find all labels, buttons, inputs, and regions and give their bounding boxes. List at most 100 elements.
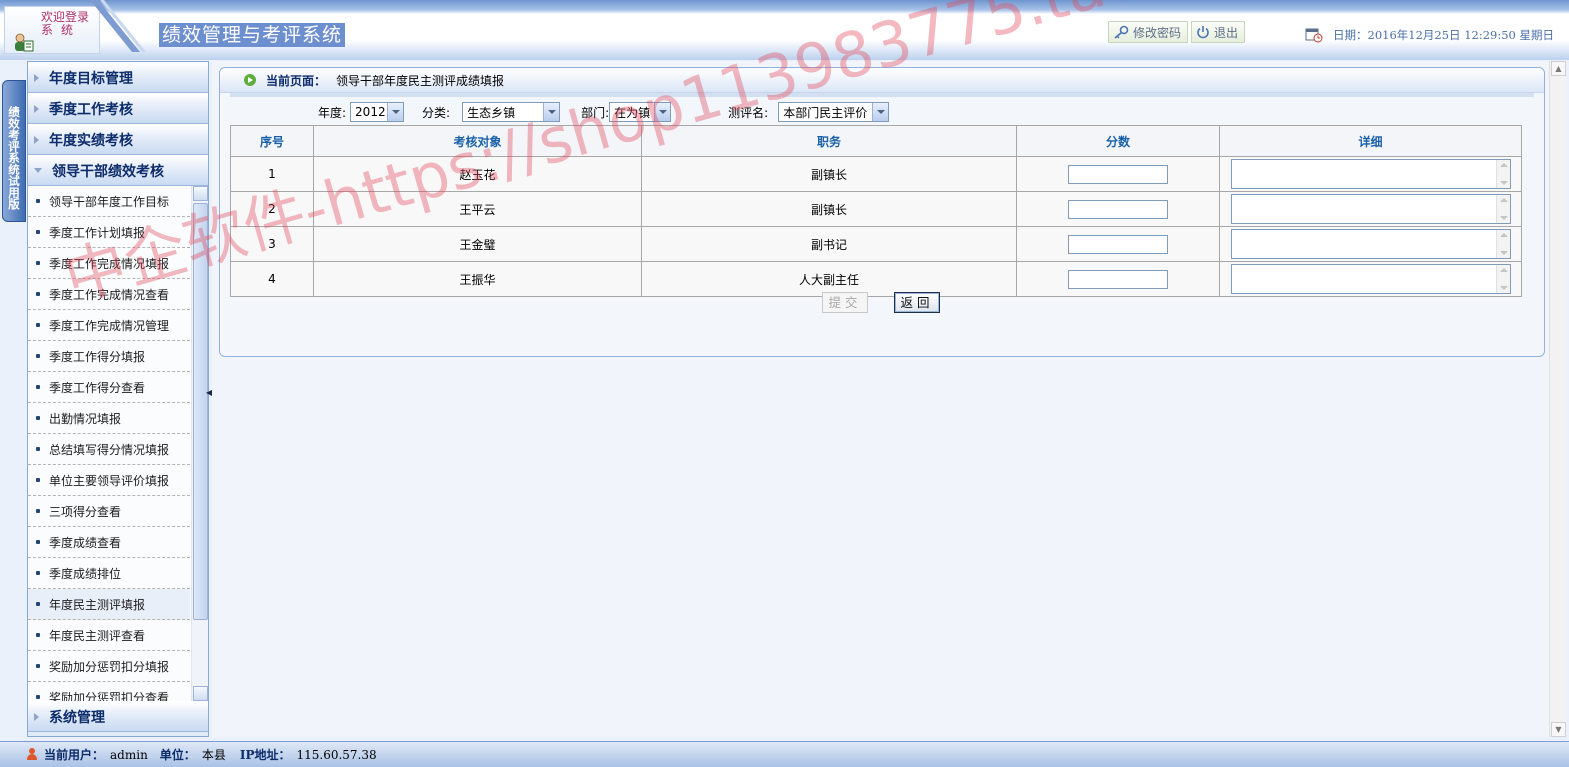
- category-label: 分类:: [422, 105, 451, 120]
- sidebar-item[interactable]: 季度成绩查看: [28, 527, 190, 558]
- bullet-icon: [36, 540, 40, 544]
- textarea-scrollbar[interactable]: [1495, 230, 1510, 258]
- sidebar-item[interactable]: 奖励加分惩罚扣分填报: [28, 651, 190, 682]
- bullet-icon: [36, 261, 40, 265]
- sidebar-item[interactable]: 季度成绩排位: [28, 558, 190, 589]
- score-input[interactable]: [1068, 199, 1168, 219]
- chevron-right-icon: [34, 104, 39, 113]
- assessee-name: 赵玉花: [313, 156, 642, 192]
- table-row: 1 赵玉花 副镇长: [230, 156, 1522, 192]
- sidebar-item-label: 三项得分查看: [49, 504, 122, 519]
- play-icon: [244, 74, 256, 86]
- sidebar-section-annual-performance[interactable]: 年度实绩考核: [28, 124, 208, 155]
- row-number: 2: [230, 191, 314, 227]
- sidebar-item[interactable]: 季度工作得分填报: [28, 341, 190, 372]
- score-table: 序号 考核对象 职务 分数 详细 1 赵玉花 副镇长 2 王平云 副镇长 3 王…: [230, 125, 1522, 297]
- detail-textarea[interactable]: [1230, 229, 1511, 259]
- table-header-row: 序号 考核对象 职务 分数 详细: [230, 125, 1522, 157]
- date-display: 日期：2016年12月25日 12:29:50 星期日: [1305, 27, 1554, 43]
- sidebar-section-label: 年度目标管理: [49, 70, 133, 87]
- sidebar-item[interactable]: 年度民主测评查看: [28, 620, 190, 651]
- sidebar-item[interactable]: 单位主要领导评价填报: [28, 465, 190, 496]
- header-actions: 修改密码 退出: [1108, 21, 1246, 43]
- unit-value: 本县: [201, 748, 226, 762]
- logout-label: 退出: [1214, 25, 1239, 40]
- detail-textarea[interactable]: [1230, 159, 1511, 189]
- sidebar-item[interactable]: 奖励加分惩罚扣分查看: [28, 682, 190, 701]
- department-select[interactable]: 在为镇: [609, 102, 672, 122]
- sidebar-item[interactable]: 季度工作完成情况查看: [28, 279, 190, 310]
- sidebar-item-label: 出勤情况填报: [49, 411, 122, 426]
- row-number: 4: [230, 261, 314, 297]
- chevron-down-icon: [872, 103, 889, 121]
- chevron-right-icon: [34, 135, 39, 144]
- chevron-right-icon: [34, 712, 39, 721]
- chevron-down-icon: [654, 103, 671, 121]
- back-button[interactable]: 返回: [894, 292, 940, 313]
- chevron-down-icon: [34, 168, 42, 173]
- unit-label: 单位：: [159, 748, 196, 762]
- detail-textarea[interactable]: [1230, 194, 1511, 224]
- sidebar-item-active[interactable]: 年度民主测评填报: [28, 589, 190, 620]
- evaluation-value: 本部门民主评价: [783, 105, 868, 120]
- sidebar-item[interactable]: 总结填写得分情况填报: [28, 434, 190, 465]
- sidebar-item[interactable]: 季度工作完成情况管理: [28, 310, 190, 341]
- sidebar-item[interactable]: 领导干部年度工作目标: [28, 186, 190, 217]
- main-scrollbar[interactable]: ▲ ▼: [1549, 61, 1566, 737]
- sidebar-item-label: 奖励加分惩罚扣分填报: [49, 659, 170, 674]
- textarea-scrollbar[interactable]: [1495, 195, 1510, 223]
- bullet-icon: [36, 602, 40, 606]
- sidebar-item-list: 领导干部年度工作目标 季度工作计划填报 季度工作完成情况填报 季度工作完成情况查…: [28, 186, 190, 701]
- logout-button[interactable]: 退出: [1191, 21, 1246, 43]
- score-input[interactable]: [1068, 164, 1168, 184]
- score-input[interactable]: [1068, 269, 1168, 289]
- sidebar-section-quarterly-work[interactable]: 季度工作考核: [28, 93, 208, 124]
- change-password-button[interactable]: 修改密码: [1108, 21, 1189, 43]
- sidebar-item[interactable]: 季度工作得分查看: [28, 372, 190, 403]
- column-header: 分数: [1016, 125, 1220, 157]
- user-group-icon: [15, 33, 34, 52]
- sidebar-item-label: 季度成绩排位: [49, 566, 122, 581]
- scroll-thumb[interactable]: [193, 203, 208, 620]
- breadcrumb-label: 当前页面：: [266, 73, 327, 88]
- detail-cell: [1219, 226, 1522, 262]
- status-bar: 当前用户： admin 单位： 本县 IP地址： 115.60.57.38: [0, 741, 1569, 767]
- sidebar-scrollbar[interactable]: [191, 186, 208, 701]
- user-label: 当前用户：: [44, 748, 105, 762]
- detail-textarea[interactable]: [1230, 264, 1511, 294]
- system-vertical-tab[interactable]: 绩效考评系统试用版: [2, 80, 26, 222]
- sidebar-item[interactable]: 出勤情况填报: [28, 403, 190, 434]
- sidebar-section-system-management[interactable]: 系统管理: [28, 701, 208, 732]
- change-password-label: 修改密码: [1133, 25, 1182, 40]
- score-cell: [1016, 191, 1220, 227]
- scroll-up-button[interactable]: ▲: [1551, 61, 1566, 76]
- textarea-scrollbar[interactable]: [1495, 265, 1510, 293]
- scroll-down-button[interactable]: [193, 686, 208, 701]
- sidebar-section-annual-goals[interactable]: 年度目标管理: [28, 62, 208, 93]
- score-cell: [1016, 226, 1220, 262]
- bullet-icon: [36, 633, 40, 637]
- assessee-name: 王振华: [313, 261, 642, 297]
- textarea-scrollbar[interactable]: [1495, 160, 1510, 188]
- assessee-name: 王金璧: [313, 226, 642, 262]
- header-underline: [230, 93, 1534, 97]
- sidebar-item[interactable]: 季度工作计划填报: [28, 217, 190, 248]
- evaluation-select[interactable]: 本部门民主评价: [778, 102, 890, 122]
- score-input[interactable]: [1068, 234, 1168, 254]
- sidebar-section-leader-performance[interactable]: 领导干部绩效考核: [28, 155, 208, 186]
- sidebar-item[interactable]: 三项得分查看: [28, 496, 190, 527]
- score-cell: [1016, 156, 1220, 192]
- department-value: 在为镇: [614, 105, 651, 120]
- bullet-icon: [36, 416, 40, 420]
- year-select[interactable]: 2012: [350, 102, 405, 122]
- submit-button[interactable]: 提交: [822, 292, 868, 313]
- user-icon: [26, 748, 38, 761]
- scroll-up-button[interactable]: [193, 186, 208, 201]
- sidebar-item[interactable]: 季度工作完成情况填报: [28, 248, 190, 279]
- bullet-icon: [36, 509, 40, 513]
- scroll-down-button[interactable]: ▼: [1551, 722, 1566, 737]
- table-row: 4 王振华 人大副主任: [230, 261, 1522, 297]
- column-header: 详细: [1219, 125, 1522, 157]
- bullet-icon: [36, 323, 40, 327]
- category-select[interactable]: 生态乡镇: [462, 102, 561, 122]
